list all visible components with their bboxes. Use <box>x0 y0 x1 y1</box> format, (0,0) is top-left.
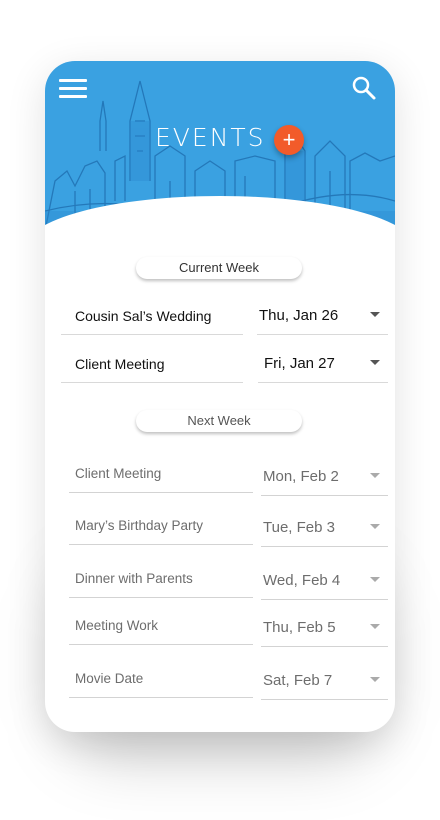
chevron-down-icon <box>370 360 380 365</box>
add-event-button[interactable]: + <box>274 125 304 155</box>
event-row: Movie Date Sat, Feb 7 <box>45 660 395 700</box>
menu-button[interactable] <box>59 79 87 99</box>
event-date-select[interactable]: Mon, Feb 2 <box>261 458 388 496</box>
hamburger-menu-icon <box>59 79 87 82</box>
event-date-select[interactable]: Fri, Jan 27 <box>258 345 388 383</box>
page-title: EVENTS <box>155 123 266 152</box>
menu-bar-3 <box>59 95 87 98</box>
event-row: Meeting Work Thu, Feb 5 <box>45 607 395 647</box>
chevron-down-icon <box>370 624 380 629</box>
chevron-down-icon <box>370 312 380 317</box>
event-date-value: Tue, Feb 3 <box>263 519 335 536</box>
event-row: Client Meeting Fri, Jan 27 <box>45 345 395 385</box>
event-row: Client Meeting Mon, Feb 2 <box>45 455 395 496</box>
event-date-value: Wed, Feb 4 <box>263 572 341 589</box>
chevron-down-icon <box>370 577 380 582</box>
event-date-value: Sat, Feb 7 <box>263 672 333 689</box>
event-date-value: Thu, Jan 26 <box>259 307 339 324</box>
event-name-field[interactable]: Dinner with Parents <box>69 560 253 598</box>
event-name-field[interactable]: Mary’s Birthday Party <box>69 507 253 545</box>
event-name-field[interactable]: Cousin Sal’s Wedding <box>61 297 243 335</box>
current-week-label[interactable]: Current Week <box>136 257 302 279</box>
event-name-field[interactable]: Meeting Work <box>69 607 253 645</box>
event-name-field[interactable]: Client Meeting <box>69 455 253 493</box>
event-name-field[interactable]: Client Meeting <box>61 345 243 383</box>
event-date-value: Mon, Feb 2 <box>263 468 339 485</box>
chevron-down-icon <box>370 677 380 682</box>
event-date-value: Fri, Jan 27 <box>264 355 335 372</box>
events-app-card: EVENTS + Current Week Cousin Sal’s Weddi… <box>45 61 395 732</box>
next-week-label[interactable]: Next Week <box>136 410 302 432</box>
chevron-down-icon <box>370 524 380 529</box>
search-icon[interactable] <box>351 75 377 101</box>
event-date-select[interactable]: Wed, Feb 4 <box>261 562 388 600</box>
event-date-select[interactable]: Thu, Feb 5 <box>261 609 388 647</box>
event-date-select[interactable]: Thu, Jan 26 <box>257 297 388 335</box>
event-row: Mary’s Birthday Party Tue, Feb 3 <box>45 507 395 547</box>
event-row: Cousin Sal’s Wedding Thu, Jan 26 <box>45 297 395 337</box>
event-date-select[interactable]: Tue, Feb 3 <box>261 509 388 547</box>
chevron-down-icon <box>370 473 380 478</box>
event-date-value: Thu, Feb 5 <box>263 619 336 636</box>
menu-bar-2 <box>59 87 87 90</box>
event-name-field[interactable]: Movie Date <box>69 660 253 698</box>
event-date-select[interactable]: Sat, Feb 7 <box>261 662 388 700</box>
event-row: Dinner with Parents Wed, Feb 4 <box>45 560 395 600</box>
